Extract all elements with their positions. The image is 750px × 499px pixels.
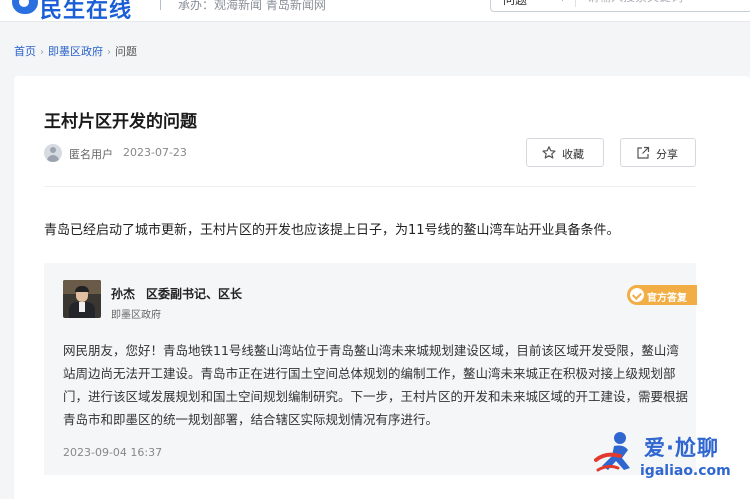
reply-body: 网民朋友，您好！青岛地铁11号线鳌山湾站位于青岛鳌山湾未来城规划建设区域，目前该…: [63, 343, 689, 427]
site-logo-icon[interactable]: [12, 0, 38, 14]
site-logo-text[interactable]: 民生在线: [40, 0, 132, 21]
responder-name: 孙杰: [111, 287, 136, 301]
breadcrumb-current: 问题: [115, 45, 137, 58]
sponsor-text: 承办：观海新闻 青岛新闻网: [178, 0, 326, 12]
running-figure-icon: [594, 432, 630, 472]
search-box: 问题 ▼: [490, 0, 750, 12]
reply-time: 2023-09-04 16:37: [63, 446, 163, 459]
post-date: 2023-07-23: [123, 146, 187, 159]
share-icon: [637, 146, 650, 159]
content-divider: [44, 186, 696, 187]
official-reply-badge: 官方答复: [627, 285, 697, 305]
breadcrumb-home-link[interactable]: 首页: [14, 45, 36, 58]
share-button[interactable]: 分享: [620, 138, 696, 167]
user-avatar-icon: [44, 144, 62, 162]
breadcrumb: 首页 › 即墨区政府 › 问题: [14, 43, 137, 59]
badge-label: 官方答复: [647, 293, 687, 304]
breadcrumb-district-link[interactable]: 即墨区政府: [48, 45, 103, 58]
watermark-url: igaliao.com: [640, 463, 731, 479]
watermark-text: 爱·尬聊: [644, 436, 719, 460]
question-body: 青岛已经启动了城市更新，王村片区的开发也应该提上日子，为11号线的鳌山湾车站开业…: [44, 223, 620, 238]
chevron-right-icon: ›: [107, 47, 111, 58]
watermark: 爱·尬聊 igaliao.com: [588, 428, 750, 488]
header-divider: [160, 0, 161, 10]
search-separator: [575, 0, 576, 7]
chevron-down-icon[interactable]: ▼: [559, 0, 566, 3]
favorite-button[interactable]: 收藏: [526, 138, 604, 167]
favorite-label: 收藏: [562, 148, 584, 161]
star-icon: [542, 146, 556, 159]
search-type-select[interactable]: 问题: [503, 0, 527, 8]
author-name: 匿名用户: [69, 148, 113, 161]
check-badge-icon: [630, 288, 644, 302]
responder-organization: 即墨区政府: [111, 310, 161, 321]
chevron-right-icon: ›: [40, 47, 44, 58]
share-label: 分享: [656, 148, 678, 161]
page-title: 王村片区开发的问题: [44, 112, 197, 132]
top-header: 民生在线 承办：观海新闻 青岛新闻网 问题 ▼: [0, 0, 750, 22]
responder-avatar: [63, 280, 101, 318]
responder-title: 区委副书记、区长: [146, 287, 243, 301]
search-input[interactable]: [587, 0, 737, 4]
